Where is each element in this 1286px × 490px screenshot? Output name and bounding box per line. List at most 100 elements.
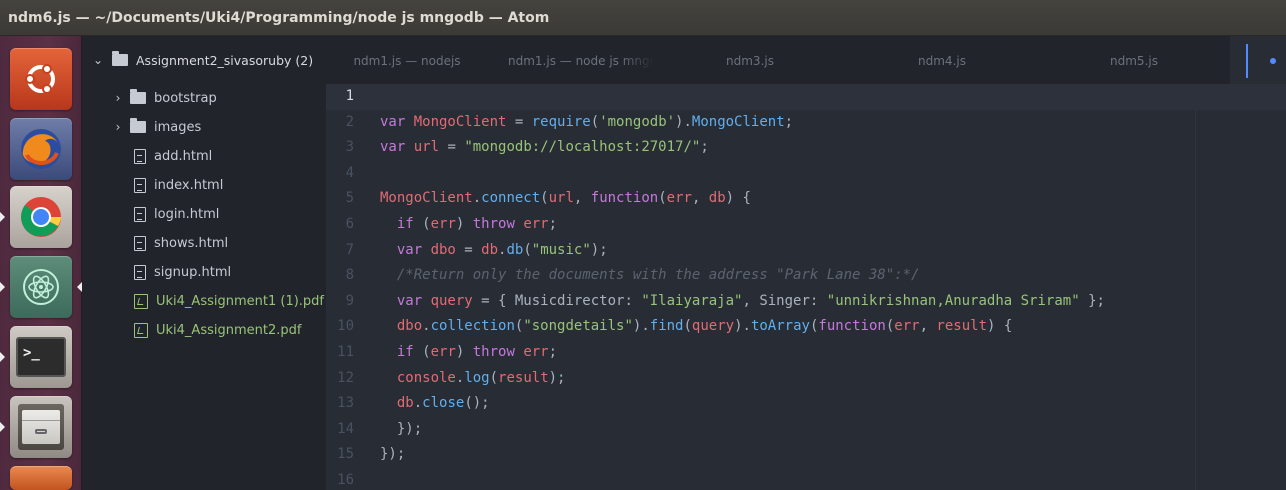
code-line[interactable]: 8 /*Return only the documents with the a… [326,263,1286,289]
code-token: ); [590,241,608,258]
code-line[interactable]: 1 [326,84,1286,110]
code-line[interactable]: 5 MongoClient.connect(url, function(err, … [326,186,1286,212]
line-number: 7 [345,241,354,258]
code-line[interactable]: 15}); [326,442,1286,468]
code-text: var url = "mongodb://localhost:27017/"; [380,135,709,161]
code-line[interactable]: 10 dbo.collection("songdetails").find(qu… [326,314,1286,340]
tree-item-file[interactable]: login.html [82,200,326,228]
tree-item-label: Uki4_Assignment1 (1).pdf [156,293,324,309]
code-token: collection [430,318,515,335]
code-text: dbo.collection("songdetails").find(query… [380,314,1012,340]
tab-active[interactable] [1230,36,1286,86]
code-token: = [439,139,465,156]
code-token: ). [632,318,650,335]
code-token: ) [455,344,473,360]
code-line[interactable]: 7 var dbo = db.db("music"); [326,238,1286,264]
file-text-icon [134,206,146,222]
tree-item-label: login.html [154,206,220,222]
code-token: }; [1079,292,1105,309]
tab[interactable]: ndm5.js [1038,36,1230,86]
files-icon[interactable] [10,396,72,458]
code-token: MongoClient [691,113,785,130]
code-line[interactable]: 13 db.close(); [326,391,1286,417]
code-token: = [506,113,532,130]
code-line[interactable]: 14 }); [326,417,1286,443]
code-token: require [531,113,591,130]
code-token: err [666,190,692,207]
tab-bar: ndm1.js — nodejs ndm1.js — node js mngodb… [326,36,1286,86]
tree-item-label: shows.html [154,235,229,251]
code-token: throw [472,344,524,360]
software-center-icon[interactable] [10,466,72,490]
code-text: var MongoClient = require('mongodb').Mon… [380,110,793,136]
code-line[interactable]: 2 var MongoClient = require('mongodb').Mo… [326,110,1286,136]
code-line[interactable]: 11 if (err) throw err; [326,340,1286,366]
tab-label: ndm1.js — node js mngodb [508,54,654,68]
tree-item-file[interactable]: signup.html [82,258,326,286]
code-text: if (err) throw err; [380,340,557,366]
active-tab-indicator [1246,44,1248,78]
code-text: if (err) throw err; [380,212,557,238]
tree-item-pdf[interactable]: Uki4_Assignment1 (1).pdf [82,287,326,315]
code-line[interactable]: 9 var query = { Musicdirector: "Ilaiyara… [326,289,1286,315]
code-token: ( [540,190,549,207]
file-text-icon [134,177,146,193]
code-token: db [708,190,726,207]
tree-item-file[interactable]: index.html [82,171,326,199]
code-line[interactable]: 16 [326,468,1286,490]
tree-item-folder[interactable]: › bootstrap [82,84,326,112]
code-token: ( [489,369,499,386]
running-indicator [0,352,5,362]
line-number: 13 [337,395,354,412]
tree-item-file[interactable]: add.html [82,142,326,170]
tree-root[interactable]: ⌄ Assignment2_sivasoruby (2) [82,46,326,74]
chrome-icon[interactable] [10,186,72,248]
line-number: 2 [345,113,354,130]
code-token: . [413,395,423,412]
firefox-icon[interactable] [10,118,72,180]
code-token: find [649,318,684,335]
terminal-icon[interactable]: >_ [10,326,72,388]
tree-view: ⌄ Assignment2_sivasoruby (2) › bootstrap ›… [82,36,326,490]
code-token: ). [675,113,692,130]
line-number: 11 [337,344,354,360]
code-text: console.log(result); [380,366,566,392]
tree-item-label: signup.html [154,264,232,280]
code-token: err [523,344,549,360]
code-token: db [506,241,524,258]
code-line[interactable]: 12 console.log(result); [326,366,1286,392]
code-token: url [413,139,440,156]
code-editor[interactable]: 1 2 var MongoClient = require('mongodb').M… [326,84,1286,490]
code-token: err [430,216,456,232]
code-token: ) { [987,318,1013,335]
code-token: }); [380,420,423,437]
code-token: err [894,318,920,335]
code-token: ( [422,216,431,232]
code-token: (); [464,395,490,412]
code-token: if [396,216,423,232]
ubuntu-dash-icon[interactable] [10,48,72,110]
tree-item-pdf[interactable]: Uki4_Assignment2.pdf [82,316,326,344]
atom-icon[interactable] [10,256,72,318]
tab[interactable]: ndm3.js [654,36,846,86]
tree-item-file[interactable]: shows.html [82,229,326,257]
code-line[interactable]: 6 if (err) throw err; [326,212,1286,238]
line-number: 14 [337,420,354,437]
code-line[interactable]: 4 [326,161,1286,187]
tree-root-label: Assignment2_sivasoruby (2) [136,52,314,68]
code-token: ). [734,318,751,335]
tree-item-label: add.html [154,148,213,164]
tab[interactable]: ndm1.js — nodejs [326,36,488,86]
tab[interactable]: ndm1.js — node js mngodb [488,36,654,86]
line-number: 8 [345,267,354,284]
code-token: err [523,216,549,232]
code-line[interactable]: 3 var url = "mongodb://localhost:27017/"; [326,135,1286,161]
tab[interactable]: ndm4.js [846,36,1038,86]
code-text: /*Return only the documents with the add… [380,263,920,289]
tab-label: ndm4.js [918,54,966,68]
tree-item-folder[interactable]: › images [82,113,326,141]
